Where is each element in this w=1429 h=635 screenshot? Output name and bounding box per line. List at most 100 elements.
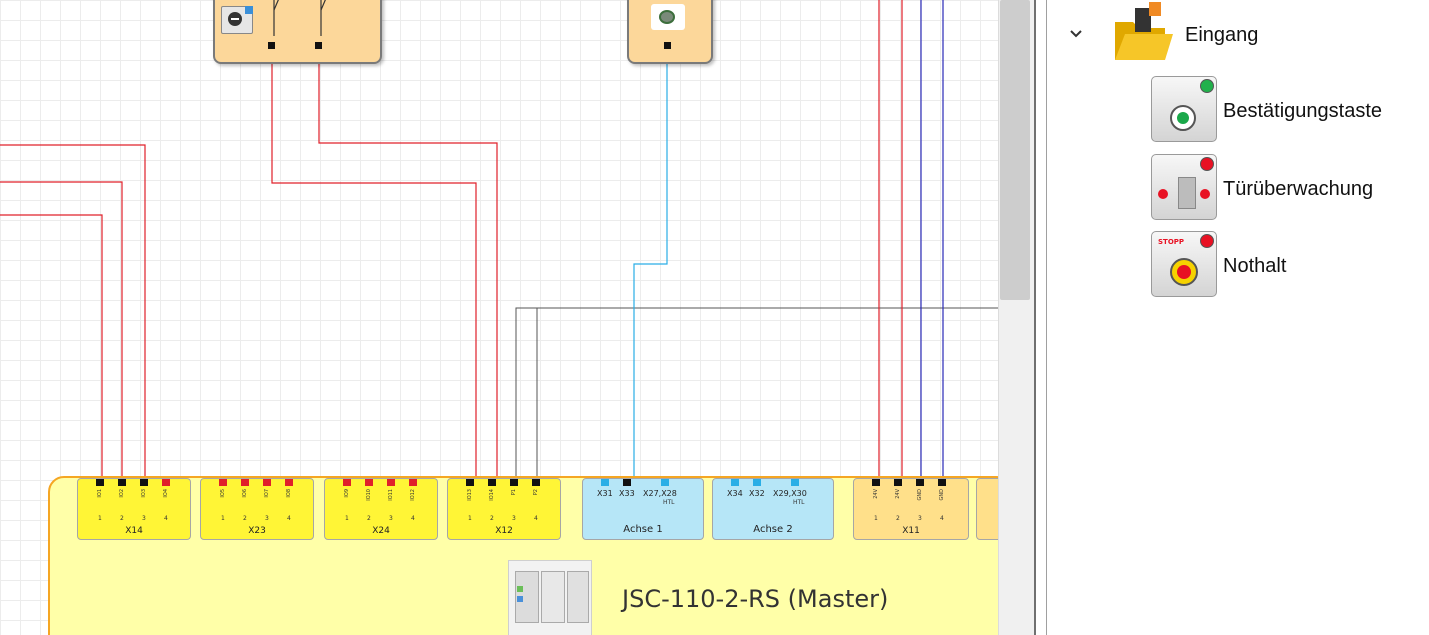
pin-number: 3 — [142, 515, 146, 522]
pin-marker[interactable] — [916, 479, 924, 486]
axis-pin-label: X29,X30 — [773, 489, 807, 498]
encoder-pin[interactable] — [664, 42, 671, 49]
terminal-achse-2[interactable]: X34 X32 X29,X30 HTL Achse 2 — [712, 478, 834, 540]
pin-marker[interactable] — [219, 479, 227, 486]
controller-device-image — [508, 560, 592, 635]
module-title: JSC-110-2-RS (Master) — [622, 585, 889, 613]
pin-marker[interactable] — [938, 479, 946, 486]
pin-label: IO10 — [366, 489, 372, 501]
pin-label: IO6 — [242, 489, 248, 498]
confirm-button-icon[interactable] — [1151, 76, 1217, 142]
scrollbar-thumb[interactable] — [1000, 0, 1030, 300]
pin-marker[interactable] — [488, 479, 496, 486]
component-library-panel: Eingang Bestätigungstaste Türüberwachung… — [1046, 0, 1429, 635]
terminal-x24[interactable]: IO9 1 IO10 2 IO11 3 IO12 4 X24 — [324, 478, 438, 540]
pin-marker[interactable] — [96, 479, 104, 486]
axis-pin-label: X34 — [727, 489, 743, 498]
emergency-stop-icon[interactable]: STOPP — [1151, 231, 1217, 297]
pin-label: IO8 — [286, 489, 292, 498]
axis-pin-label: X33 — [619, 489, 635, 498]
pin-label: IO13 — [467, 489, 473, 501]
pin-marker[interactable] — [241, 479, 249, 486]
axis-pin-label: X32 — [749, 489, 765, 498]
chevron-down-icon[interactable] — [1069, 26, 1083, 40]
pin-marker[interactable] — [285, 479, 293, 486]
pin-marker[interactable] — [510, 479, 518, 486]
htl-label: HTL — [793, 499, 805, 506]
axis-pin-marker[interactable] — [623, 479, 631, 486]
wire-io13 — [271, 58, 477, 480]
htl-label: HTL — [663, 499, 675, 506]
pin-marker[interactable] — [872, 479, 880, 486]
switch-pin-1[interactable] — [268, 42, 275, 49]
wire-encoder — [633, 50, 668, 480]
pin-label: IO4 — [163, 489, 169, 498]
wire-io3 — [0, 144, 146, 480]
key-switch-block[interactable] — [213, 0, 382, 64]
terminal-x12[interactable]: IO13 1 IO14 2 P1 3 P2 4 X12 — [447, 478, 561, 540]
diagram-canvas[interactable]: IO1 1 IO2 2 IO3 3 IO4 4 X14 IO5 1 IO6 2 IO7 3 IO8 4 X23 IO… — [0, 0, 998, 635]
pin-number: 3 — [512, 515, 516, 522]
pin-marker[interactable] — [387, 479, 395, 486]
pin-number: 3 — [918, 515, 922, 522]
axis-pin-marker[interactable] — [791, 479, 799, 486]
pin-marker[interactable] — [365, 479, 373, 486]
pin-marker[interactable] — [466, 479, 474, 486]
terminal-name: X24 — [372, 526, 390, 536]
item-label-estop[interactable]: Nothalt — [1223, 255, 1286, 278]
pin-number: 4 — [940, 515, 944, 522]
terminal-achse-1[interactable]: X31 X33 X27,X28 HTL Achse 1 — [582, 478, 704, 540]
wire-io14 — [318, 58, 498, 480]
group-label-eingang[interactable]: Eingang — [1185, 24, 1258, 47]
folder-open-icon — [1111, 0, 1173, 68]
pin-label: IO9 — [344, 489, 350, 498]
terminal-x23[interactable]: IO5 1 IO6 2 IO7 3 IO8 4 X23 — [200, 478, 314, 540]
pin-number: 1 — [874, 515, 878, 522]
pin-marker[interactable] — [532, 479, 540, 486]
pin-number: 1 — [345, 515, 349, 522]
pin-label: P1 — [511, 489, 517, 496]
pin-number: 1 — [221, 515, 225, 522]
pin-label: IO14 — [489, 489, 495, 501]
terminal-x11[interactable]: 24V 1 24V 2 GND 3 GND 4 X11 — [853, 478, 969, 540]
item-label-confirm[interactable]: Bestätigungstaste — [1223, 100, 1382, 123]
switch-contacts — [273, 0, 326, 36]
terminal-name: X14 — [125, 526, 143, 536]
encoder-block[interactable] — [627, 0, 713, 64]
item-label-door[interactable]: Türüberwachung — [1223, 178, 1373, 201]
terminal-x14[interactable]: IO1 1 IO2 2 IO3 3 IO4 4 X14 — [77, 478, 191, 540]
axis-pin-marker[interactable] — [601, 479, 609, 486]
pin-marker[interactable] — [894, 479, 902, 486]
pin-label: 24V — [873, 489, 879, 499]
wire-io2 — [0, 181, 123, 480]
pin-label: GND — [917, 489, 923, 501]
axis-pin-marker[interactable] — [753, 479, 761, 486]
encoder-icon — [651, 4, 685, 30]
pin-number: 2 — [120, 515, 124, 522]
pin-label: IO2 — [119, 489, 125, 498]
pin-label: IO1 — [97, 489, 103, 498]
axis-pin-marker[interactable] — [731, 479, 739, 486]
pin-number: 1 — [468, 515, 472, 522]
switch-pin-2[interactable] — [315, 42, 322, 49]
panel-splitter[interactable] — [1034, 0, 1036, 635]
terminal-partial[interactable] — [976, 478, 998, 540]
axis-pin-label: X27,X28 — [643, 489, 677, 498]
pin-marker[interactable] — [409, 479, 417, 486]
pin-marker[interactable] — [263, 479, 271, 486]
pin-number: 3 — [389, 515, 393, 522]
pin-marker[interactable] — [343, 479, 351, 486]
door-monitor-icon[interactable] — [1151, 154, 1217, 220]
key-switch-icon — [221, 6, 253, 34]
pin-number: 4 — [411, 515, 415, 522]
pin-marker[interactable] — [118, 479, 126, 486]
wire-p1 — [515, 307, 998, 480]
pin-marker[interactable] — [140, 479, 148, 486]
pin-marker[interactable] — [162, 479, 170, 486]
pin-label: IO3 — [141, 489, 147, 498]
pin-number: 1 — [98, 515, 102, 522]
terminal-name: X23 — [248, 526, 266, 536]
pin-label: IO7 — [264, 489, 270, 498]
axis-pin-marker[interactable] — [661, 479, 669, 486]
pin-label: IO5 — [220, 489, 226, 498]
